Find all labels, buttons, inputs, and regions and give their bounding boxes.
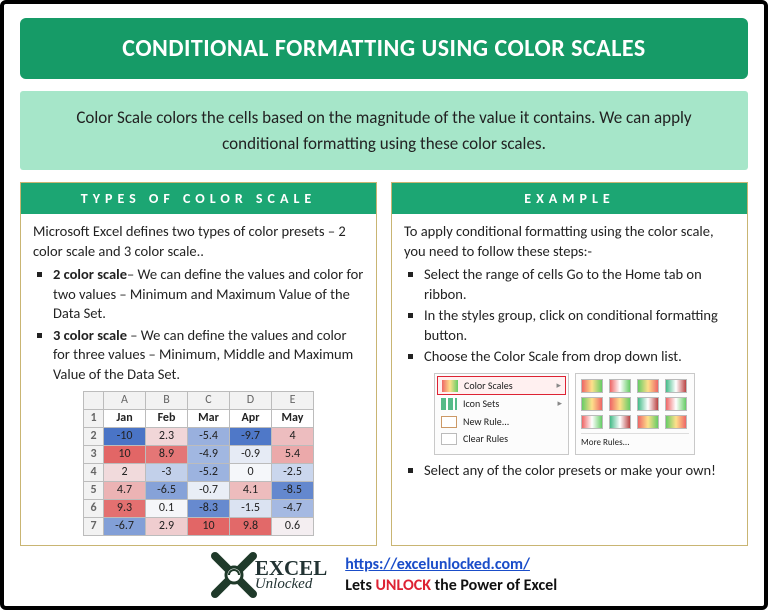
brand-line1: EXCEL (255, 559, 327, 578)
preset-swatch[interactable] (581, 379, 603, 393)
color-scale-presets: More Rules... (575, 373, 695, 455)
preset-swatch[interactable] (581, 415, 603, 429)
preset-swatch[interactable] (665, 397, 687, 411)
icon-sets-icon (441, 398, 457, 410)
preset-swatch[interactable] (609, 415, 631, 429)
preset-swatch[interactable] (581, 397, 603, 411)
columns: TYPES OF COLOR SCALE Microsoft Excel def… (20, 182, 748, 546)
col-example-body: To apply conditional formatting using th… (392, 214, 747, 493)
preset-swatch[interactable] (665, 415, 687, 429)
color-scales-icon (442, 380, 458, 392)
menu-label: Clear Rules (463, 432, 508, 446)
document-frame: CONDITIONAL FORMATTING USING COLOR SCALE… (0, 0, 768, 610)
footer: EXCEL Unlocked https://excelunlocked.com… (20, 552, 748, 598)
brand-logo: EXCEL Unlocked (211, 552, 327, 598)
menu-item-color-scales[interactable]: Color Scales ▸ (437, 376, 566, 396)
brand-line2: Unlocked (255, 578, 327, 592)
col-example-heading: EXAMPLE (392, 183, 747, 214)
tagline-bold: UNLOCK (375, 576, 431, 595)
preset-swatch[interactable] (637, 415, 659, 429)
chevron-right-icon: ▸ (556, 380, 561, 392)
list-item: Select the range of cells Go to the Home… (424, 265, 735, 304)
preset-swatch[interactable] (665, 379, 687, 393)
logo-x-icon (211, 552, 257, 598)
col-types: TYPES OF COLOR SCALE Microsoft Excel def… (20, 182, 377, 546)
preset-swatch[interactable] (637, 397, 659, 411)
dropdown-illustration: Color Scales ▸ Icon Sets ▸ New Rule... (434, 373, 735, 455)
tagline-pre: Lets (345, 576, 375, 595)
list-item: Select any of the color presets or make … (424, 461, 735, 481)
list-item: In the styles group, click on conditiona… (424, 306, 735, 345)
menu-item-icon-sets[interactable]: Icon Sets ▸ (437, 395, 566, 413)
tagline-post: the Power of Excel (431, 576, 557, 595)
col-types-body: Microsoft Excel defines two types of col… (21, 214, 376, 542)
types-list: 2 color scale– We can define the values … (39, 265, 364, 384)
col-types-heading: TYPES OF COLOR SCALE (21, 183, 376, 214)
preset-grid (581, 379, 689, 429)
bullet-bold: 2 color scale (53, 265, 127, 283)
intro-text: Color Scale colors the cells based on th… (20, 91, 748, 170)
example-steps: Select the range of cells Go to the Home… (410, 265, 735, 367)
logo-text: EXCEL Unlocked (255, 559, 327, 591)
new-rule-icon (441, 416, 457, 428)
list-item: 3 color scale – We can define the values… (53, 326, 364, 385)
tagline: Lets UNLOCK the Power of Excel (345, 576, 557, 595)
preset-swatch[interactable] (637, 379, 659, 393)
list-item: Choose the Color Scale from drop down li… (424, 347, 735, 367)
clear-rules-icon (441, 433, 457, 445)
menu-label: New Rule... (463, 415, 509, 429)
conditional-format-menu: Color Scales ▸ Icon Sets ▸ New Rule... (434, 373, 569, 455)
preset-swatch[interactable] (609, 397, 631, 411)
page-title: CONDITIONAL FORMATTING USING COLOR SCALE… (20, 18, 748, 79)
menu-item-clear-rules[interactable]: Clear Rules (437, 430, 566, 448)
menu-label: Icon Sets (463, 397, 499, 411)
menu-label: Color Scales (464, 379, 513, 393)
bullet-bold: 3 color scale (53, 326, 130, 344)
list-item: 2 color scale– We can define the values … (53, 265, 364, 324)
col-example: EXAMPLE To apply conditional formatting … (391, 182, 748, 546)
types-para: Microsoft Excel defines two types of col… (33, 222, 364, 261)
brand-url[interactable]: https://excelunlocked.com/ (345, 555, 530, 574)
example-para: To apply conditional formatting using th… (404, 222, 735, 261)
example-steps-after: Select any of the color presets or make … (410, 461, 735, 481)
menu-item-new-rule[interactable]: New Rule... (437, 413, 566, 431)
preset-swatch[interactable] (609, 379, 631, 393)
example-spreadsheet: ABCDE1JanFebMarAprMay2-102.3-5.4-9.74310… (83, 391, 314, 536)
more-rules-link[interactable]: More Rules... (581, 433, 689, 449)
footer-right: https://excelunlocked.com/ Lets UNLOCK t… (345, 555, 557, 595)
chevron-right-icon: ▸ (557, 398, 562, 410)
